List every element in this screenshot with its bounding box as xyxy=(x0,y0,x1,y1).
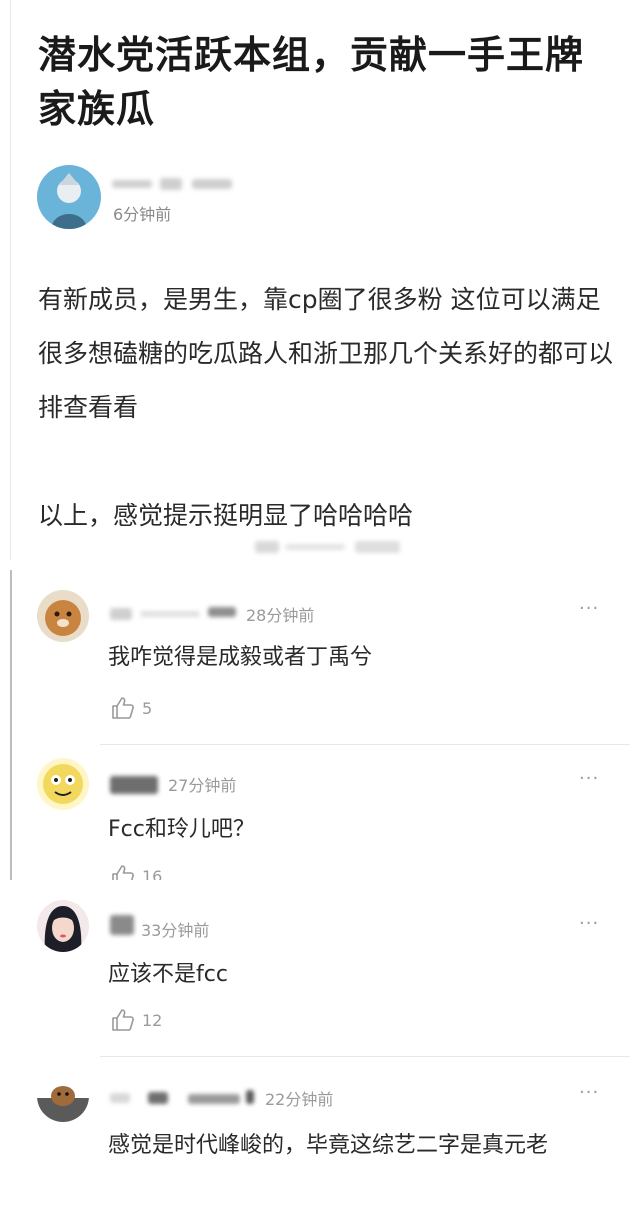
comment-timestamp: 22分钟前 xyxy=(265,1090,334,1109)
commenter-name-redacted[interactable] xyxy=(110,915,140,935)
like-count: 5 xyxy=(142,698,153,718)
thumbs-up-icon xyxy=(110,863,136,880)
comment-text: 应该不是fcc xyxy=(108,962,228,987)
more-dots-icon[interactable]: ··· xyxy=(579,598,599,619)
post: 潜水党活跃本组，贡献一手王牌家族瓜 6分钟前 有新成员，是男生，靠cp圈了很多粉… xyxy=(0,0,641,565)
like-count: 16 xyxy=(142,866,163,881)
thumbs-up-icon xyxy=(110,695,136,721)
like-count: 12 xyxy=(142,1010,163,1030)
comment: 33分钟前 ··· 应该不是fcc 12 xyxy=(0,895,641,1055)
like-button[interactable]: 12 xyxy=(110,1007,162,1033)
like-button[interactable]: 5 xyxy=(110,695,152,721)
author-name-redacted[interactable] xyxy=(112,174,262,194)
more-dots-icon[interactable]: ··· xyxy=(579,768,599,789)
more-dots-icon[interactable]: ··· xyxy=(579,1082,599,1103)
commenter-avatar[interactable] xyxy=(37,1070,89,1122)
post-content: 有新成员，是男生，靠cp圈了很多粉 这位可以满足很多想磕糖的吃瓜路人和浙卫那几个… xyxy=(38,273,613,543)
divider xyxy=(100,1056,630,1057)
post-paragraph: 有新成员，是男生，靠cp圈了很多粉 这位可以满足很多想磕糖的吃瓜路人和浙卫那几个… xyxy=(38,285,614,422)
comment: 22分钟前 ··· 感觉是时代峰峻的，毕竟这综艺二字是真元老 xyxy=(0,1062,641,1212)
author-avatar[interactable] xyxy=(37,165,101,229)
comment: 27分钟前 ··· Fcc和玲儿吧？ 16 xyxy=(0,750,641,880)
author-timestamp: 6分钟前 xyxy=(113,205,172,224)
post-paragraph: 以上，感觉提示挺明显了哈哈哈哈 xyxy=(38,501,414,530)
divider xyxy=(100,744,630,745)
like-button[interactable]: 16 xyxy=(110,863,162,880)
comment-text: 感觉是时代峰峻的，毕竟这综艺二字是真元老 xyxy=(108,1133,549,1158)
comment-timestamp: 33分钟前 xyxy=(141,921,210,940)
comment-timestamp: 27分钟前 xyxy=(168,776,237,795)
thumbs-up-icon xyxy=(110,1007,136,1033)
commenter-name-redacted[interactable] xyxy=(110,602,238,622)
comment: 28分钟前 ··· 我咋觉得是成毅或者丁禹兮 5 xyxy=(0,580,641,745)
watermark xyxy=(255,537,410,557)
comment-text: Fcc和玲儿吧？ xyxy=(108,817,255,842)
commenter-avatar[interactable] xyxy=(37,590,89,642)
post-title: 潜水党活跃本组，贡献一手王牌家族瓜 xyxy=(38,33,585,131)
comment-text: 我咋觉得是成毅或者丁禹兮 xyxy=(108,645,373,670)
more-dots-icon[interactable]: ··· xyxy=(579,913,599,934)
commenter-avatar[interactable] xyxy=(37,900,89,952)
commenter-name-redacted[interactable] xyxy=(110,1088,260,1108)
comment-timestamp: 28分钟前 xyxy=(246,606,315,625)
divider xyxy=(10,0,11,560)
commenter-avatar[interactable] xyxy=(37,758,89,810)
commenter-name-redacted[interactable] xyxy=(110,774,160,794)
